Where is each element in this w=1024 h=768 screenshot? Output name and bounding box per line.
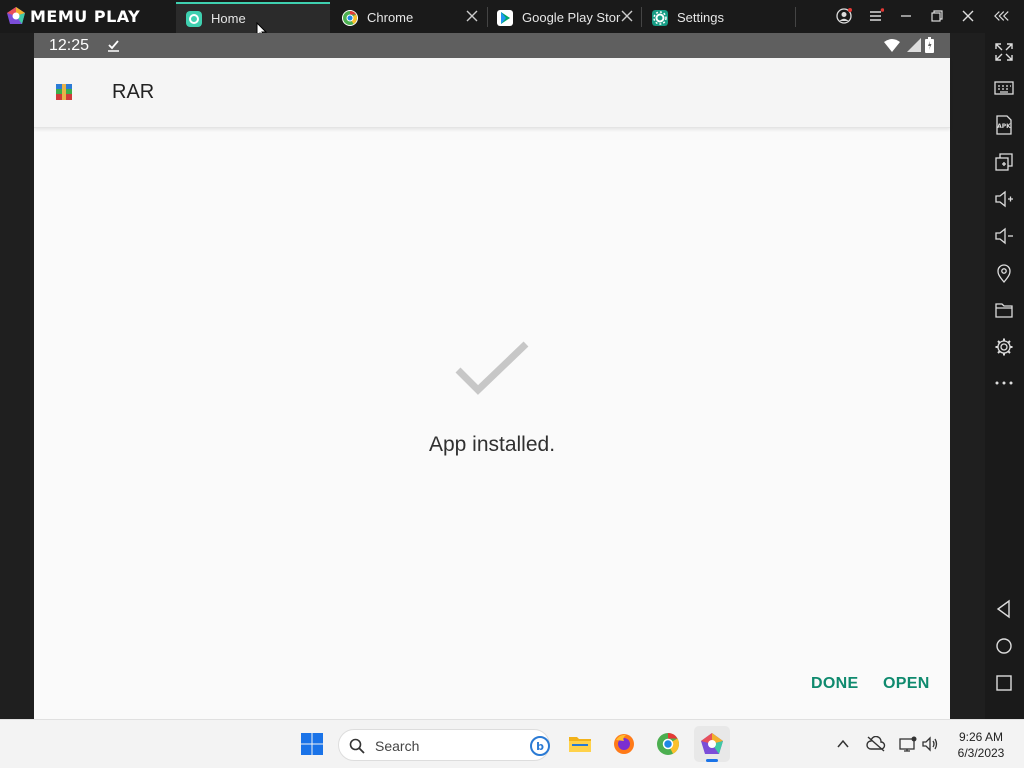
more-icon[interactable] (994, 373, 1014, 393)
network-icon[interactable] (899, 736, 917, 752)
file-explorer-icon[interactable] (568, 732, 592, 756)
gear-icon[interactable] (994, 337, 1014, 357)
collapse-sidebar-icon[interactable] (994, 8, 1010, 24)
tab-google-play[interactable]: Google Play Stor (487, 2, 641, 33)
chrome-icon (342, 9, 358, 26)
app-header: RAR (34, 58, 950, 128)
desktop: MEMU PLAY Home Chrome Google Play Stor S… (0, 0, 1024, 768)
rar-app-icon (56, 84, 72, 100)
install-status-message: App installed. (428, 433, 556, 456)
download-complete-icon (108, 40, 119, 52)
emulator-sidebar: APK (985, 33, 1024, 719)
taskbar-search[interactable]: Search b (338, 729, 550, 761)
volume-icon[interactable] (922, 736, 940, 752)
close-icon[interactable] (621, 10, 633, 22)
tab-settings[interactable]: Settings (642, 2, 794, 33)
volume-down-icon[interactable] (994, 226, 1014, 246)
menu-icon[interactable] (868, 8, 884, 24)
app-title: RAR (112, 81, 155, 103)
search-placeholder: Search (375, 738, 420, 754)
restore-icon[interactable] (929, 8, 945, 24)
firefox-icon[interactable] (612, 732, 636, 756)
logo-text: MEMU PLAY (30, 6, 141, 26)
active-app-indicator (706, 759, 718, 762)
done-button[interactable]: DONE (811, 675, 858, 693)
android-status-bar: 12:25 (34, 33, 950, 58)
tab-label: Chrome (367, 10, 414, 25)
tab-home[interactable]: Home (176, 2, 330, 40)
battery-icon (925, 37, 934, 53)
account-icon[interactable] (836, 8, 852, 24)
cloud-offline-icon[interactable] (866, 736, 886, 752)
windows-taskbar: Search b 9:26 AM 6/3/2023 (0, 719, 1024, 768)
svg-text:b: b (536, 740, 544, 753)
memu-icon (701, 733, 723, 754)
tab-label: Google Play Stor (522, 10, 621, 25)
location-icon[interactable] (994, 263, 1014, 283)
folder-icon[interactable] (994, 300, 1014, 320)
emulator-titlebar: MEMU PLAY Home Chrome Google Play Stor S… (0, 0, 1024, 40)
taskbar-clock[interactable]: 9:26 AM 6/3/2023 (948, 729, 1014, 761)
memu-taskbar-button[interactable] (694, 726, 730, 762)
tab-divider (795, 7, 796, 27)
open-button[interactable]: OPEN (883, 675, 930, 693)
fullscreen-icon[interactable] (994, 42, 1014, 62)
signal-icon (907, 38, 921, 52)
volume-up-icon[interactable] (994, 189, 1014, 209)
windows-start-icon[interactable] (300, 732, 324, 756)
chrome-icon[interactable] (656, 732, 680, 756)
bing-icon[interactable]: b (529, 735, 551, 757)
multi-window-icon[interactable] (994, 152, 1014, 172)
status-time: 12:25 (49, 37, 90, 54)
tab-label: Home (211, 11, 246, 26)
keyboard-icon[interactable] (994, 78, 1014, 98)
clock-time: 9:26 AM (958, 730, 1004, 744)
tab-label: Settings (677, 10, 724, 25)
tab-chrome[interactable]: Chrome (332, 2, 486, 33)
apk-icon[interactable]: APK (994, 115, 1014, 135)
recents-icon[interactable] (994, 673, 1014, 693)
memu-logo-icon (7, 7, 25, 24)
chevron-up-icon[interactable] (836, 738, 850, 750)
back-icon[interactable] (994, 599, 1014, 619)
svg-text:APK: APK (997, 123, 1011, 130)
checkmark-icon (455, 341, 529, 395)
settings-app-icon (652, 9, 668, 26)
clock-date: 6/3/2023 (957, 746, 1005, 760)
wifi-icon (884, 39, 900, 52)
home-icon[interactable] (994, 636, 1014, 656)
play-store-icon (497, 9, 513, 26)
close-icon[interactable] (466, 10, 478, 22)
home-app-icon (186, 10, 202, 27)
search-icon (349, 738, 365, 754)
close-window-icon[interactable] (960, 8, 976, 24)
minimize-icon[interactable] (898, 8, 914, 24)
android-screen: 12:25 RAR App installed. DONE OPEN (34, 33, 950, 719)
memu-logo: MEMU PLAY (6, 6, 140, 26)
